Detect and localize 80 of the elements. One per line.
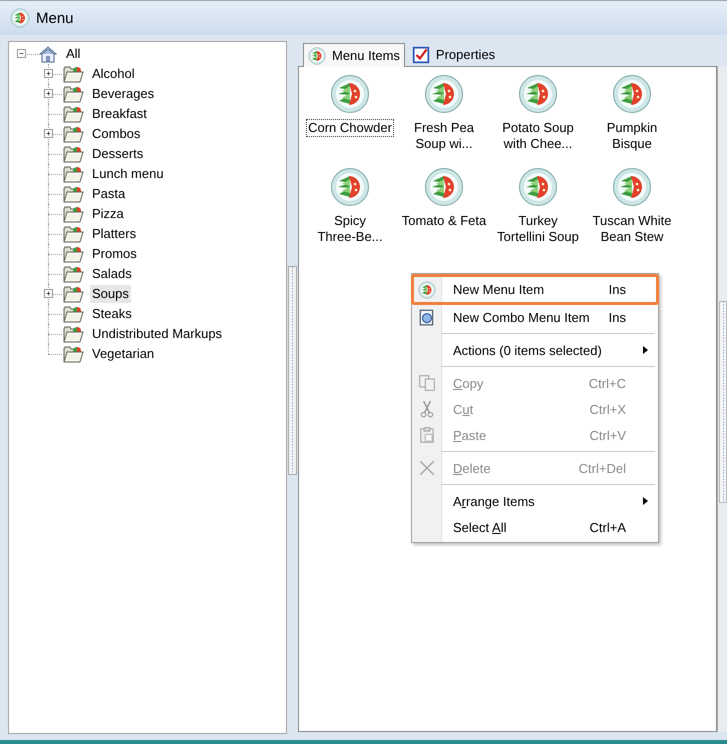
folder-icon <box>62 304 84 324</box>
menu-item[interactable]: Arrange Items <box>412 488 658 514</box>
window-title: Menu <box>36 10 74 26</box>
tree-item[interactable]: Combos <box>90 125 142 143</box>
plate-icon <box>418 280 436 298</box>
item-label[interactable]: Pumpkin Bisque <box>604 119 660 153</box>
scissors-icon <box>418 400 436 418</box>
copy-icon <box>418 374 436 392</box>
plus-icon <box>45 290 52 297</box>
folder-icon <box>62 324 84 344</box>
tree-item[interactable]: All <box>64 45 82 63</box>
folder-icon <box>62 224 84 244</box>
menu-item[interactable]: New Menu Item Ins <box>412 275 658 304</box>
document-icon <box>418 308 436 326</box>
delete-icon <box>418 459 436 477</box>
folder-icon <box>62 264 84 284</box>
tree-item[interactable]: Alcohol <box>90 65 137 83</box>
scrollbar[interactable] <box>717 66 727 732</box>
expand-button[interactable] <box>44 89 53 98</box>
plate-icon[interactable] <box>518 167 558 207</box>
tree-item[interactable]: Salads <box>90 265 134 283</box>
folder-icon <box>62 284 84 304</box>
item-label[interactable]: Turkey Tortellini Soup <box>495 212 581 246</box>
plus-icon <box>45 70 52 77</box>
minus-icon <box>18 50 25 57</box>
folder-icon <box>62 204 84 224</box>
house-icon <box>38 44 58 64</box>
folder-icon <box>62 64 84 84</box>
item-label[interactable]: Potato Soup with Chee... <box>500 119 576 153</box>
tree-item[interactable]: Soups <box>90 285 131 303</box>
folder-icon <box>62 104 84 124</box>
submenu-arrow-icon <box>642 497 648 505</box>
item-label[interactable]: Tomato & Feta <box>400 212 488 230</box>
plate-icon <box>308 46 326 64</box>
expand-button[interactable] <box>44 129 53 138</box>
plate-icon[interactable] <box>612 167 652 207</box>
plate-icon <box>10 8 30 28</box>
scrollbar-thumb[interactable] <box>719 301 727 503</box>
item-label[interactable]: Corn Chowder <box>306 119 394 137</box>
tree-item[interactable]: Breakfast <box>90 105 149 123</box>
tree-item[interactable]: Pizza <box>90 205 126 223</box>
plate-icon[interactable] <box>518 74 558 114</box>
tree-item[interactable]: Vegetarian <box>90 345 156 363</box>
tree-item[interactable]: Lunch menu <box>90 165 166 183</box>
tree-item[interactable]: Pasta <box>90 185 128 203</box>
checklist-icon <box>412 46 430 64</box>
expand-button[interactable] <box>44 289 53 298</box>
splitter-handle[interactable] <box>288 266 297 475</box>
folder-icon <box>62 144 84 164</box>
tree-item[interactable]: Undistributed Markups <box>90 325 224 343</box>
folder-icon <box>62 244 84 264</box>
plate-icon[interactable] <box>330 74 370 114</box>
plus-icon <box>45 90 52 97</box>
tab[interactable]: Properties <box>406 42 500 66</box>
tree-item[interactable]: Steaks <box>90 305 134 323</box>
menu-item[interactable]: Actions (0 items selected) <box>412 337 658 363</box>
menu-item[interactable]: Select All Ctrl+A <box>412 514 658 540</box>
clipboard-icon <box>418 426 436 444</box>
folder-icon <box>62 164 84 184</box>
plate-icon[interactable] <box>424 167 464 207</box>
plate-icon[interactable] <box>330 167 370 207</box>
plus-icon <box>45 130 52 137</box>
collapse-button[interactable] <box>17 49 26 58</box>
folder-icon <box>62 344 84 364</box>
tree-item[interactable]: Platters <box>90 225 138 243</box>
tree-item[interactable]: Desserts <box>90 145 146 163</box>
tab[interactable]: Menu Items <box>303 43 405 67</box>
tree-item[interactable]: Promos <box>90 245 139 263</box>
menu-item[interactable]: New Combo Menu Item Ins <box>412 304 658 330</box>
plate-icon[interactable] <box>612 74 652 114</box>
expand-button[interactable] <box>44 69 53 78</box>
folder-icon <box>62 124 84 144</box>
folder-icon <box>62 184 84 204</box>
folder-icon <box>62 84 84 104</box>
item-label[interactable]: Fresh Pea Soup wi... <box>412 119 476 153</box>
tree-item[interactable]: Beverages <box>90 85 156 103</box>
submenu-arrow-icon <box>642 346 648 354</box>
item-label[interactable]: Spicy Three-Be... <box>315 212 385 246</box>
plate-icon[interactable] <box>424 74 464 114</box>
item-label[interactable]: Tuscan White Bean Stew <box>590 212 674 246</box>
